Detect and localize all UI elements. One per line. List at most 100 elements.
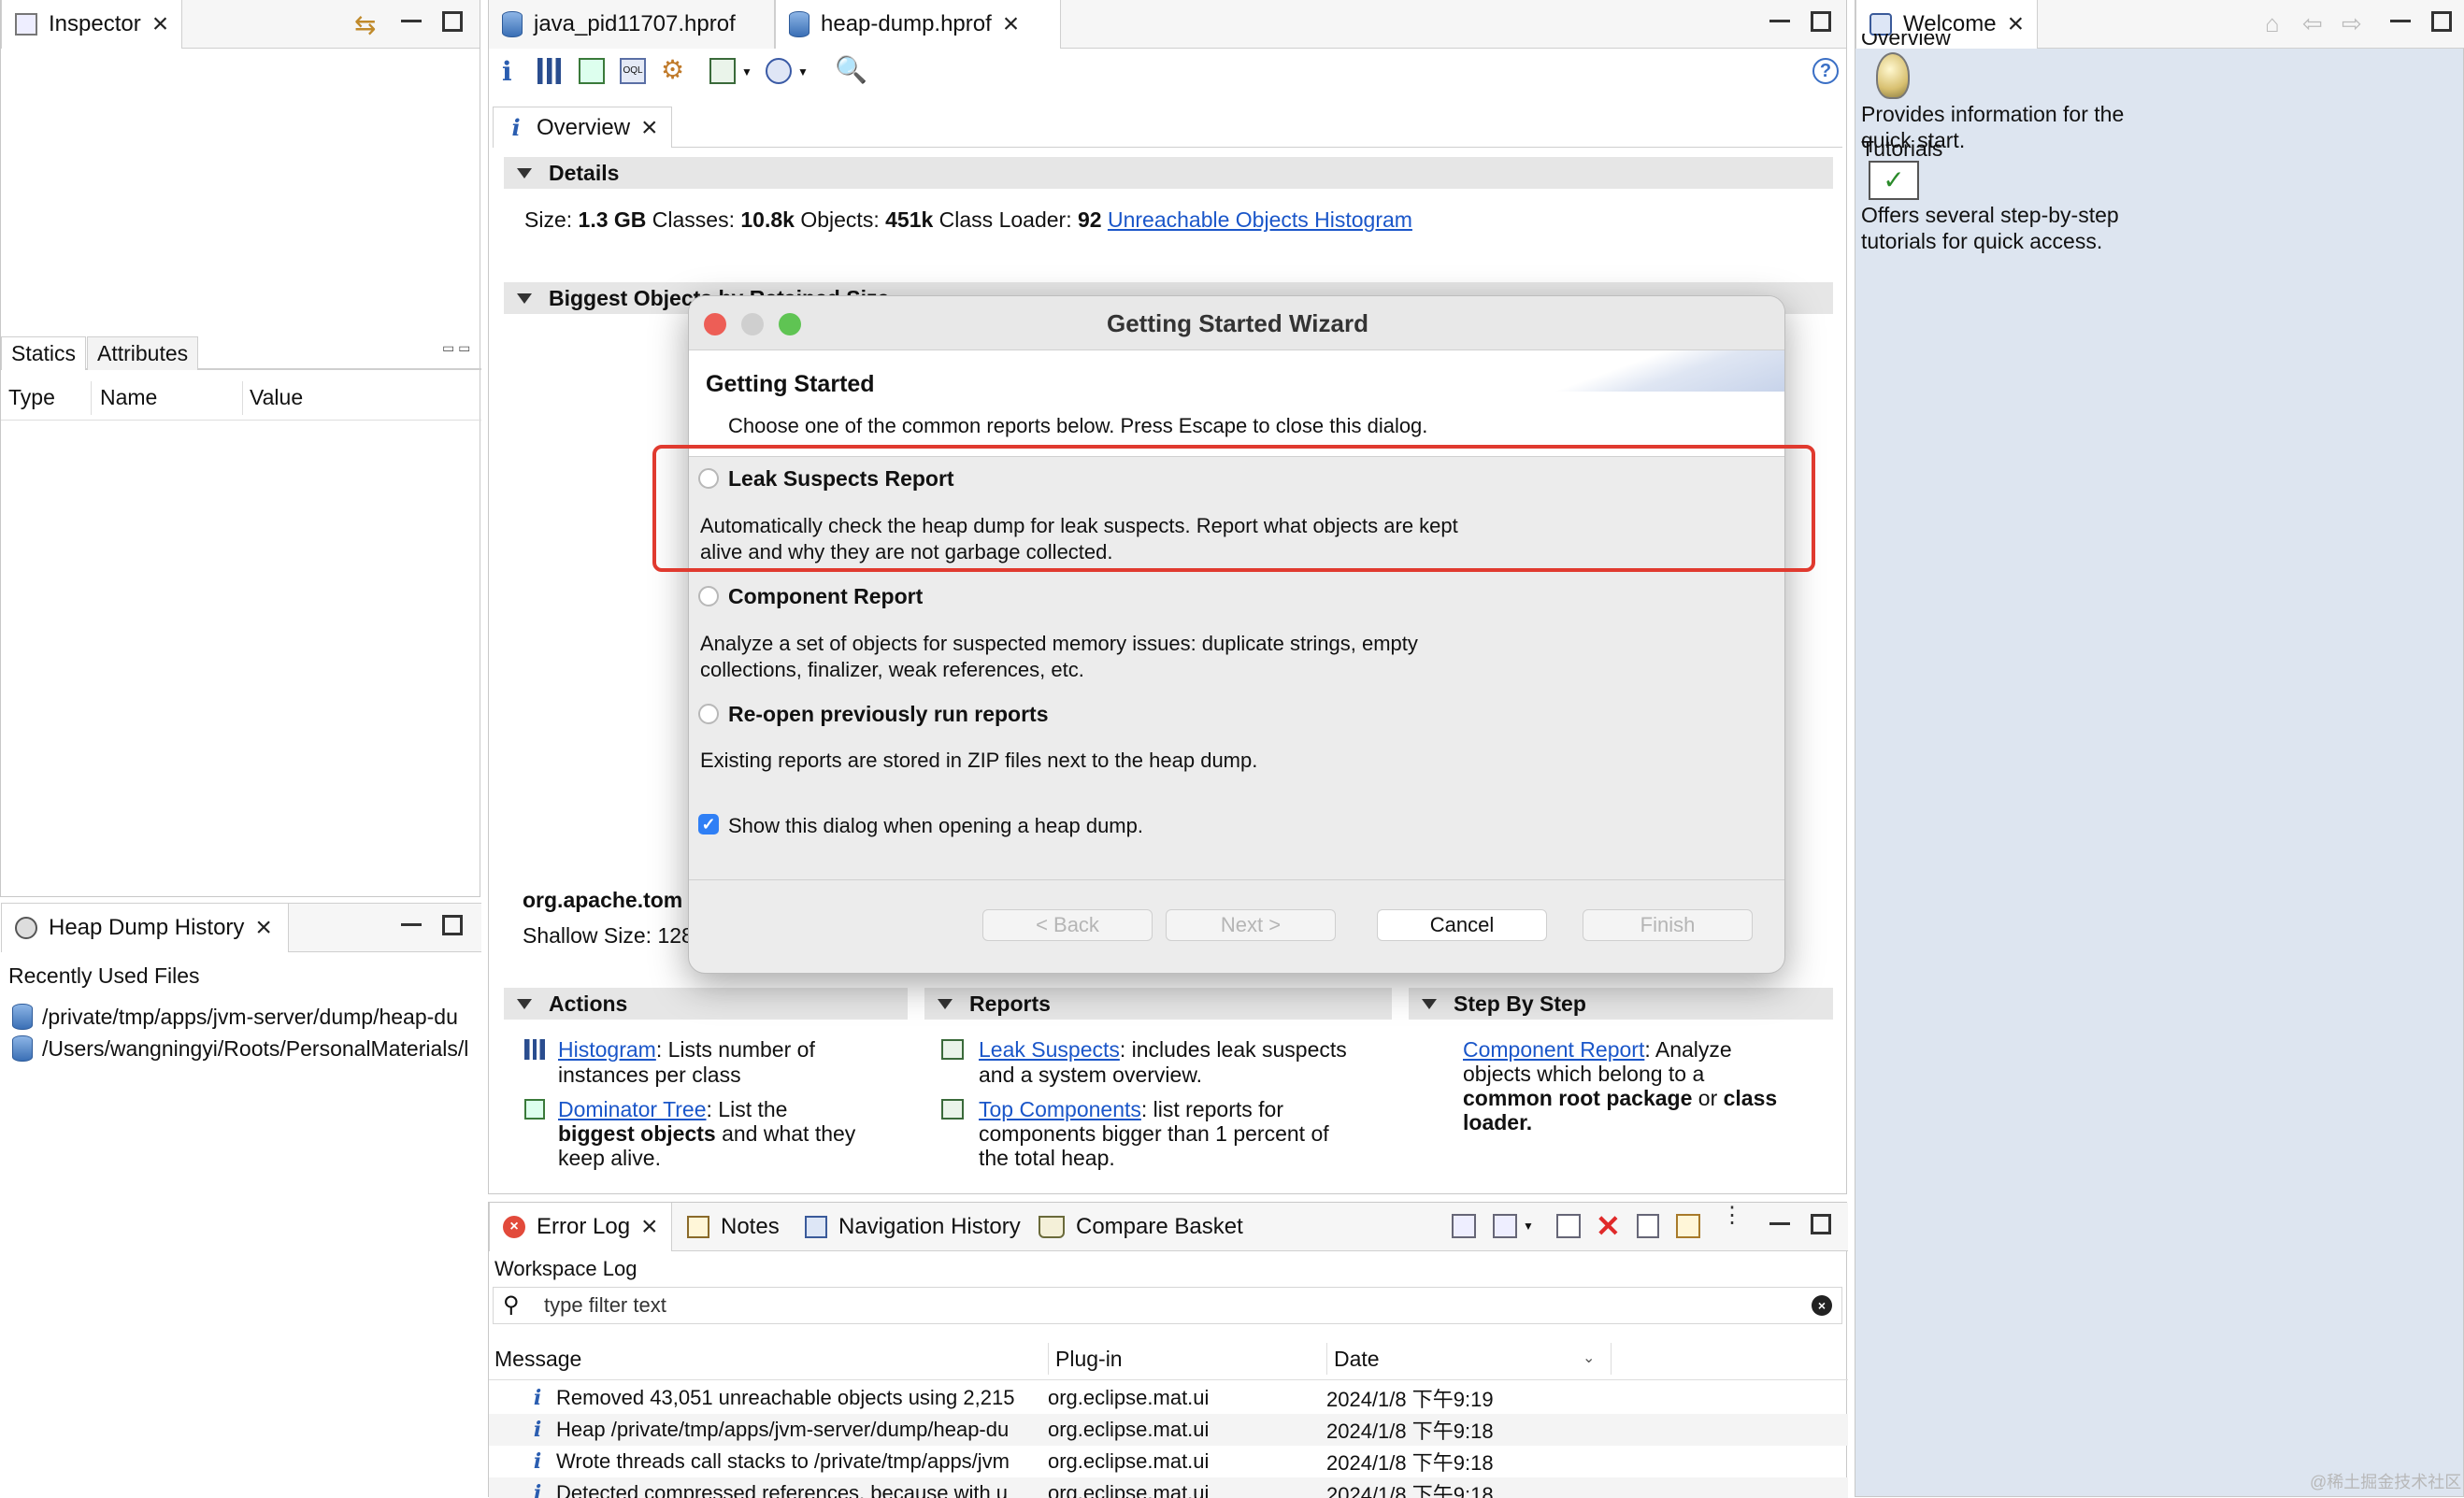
objects-label: Objects: [800, 207, 880, 232]
tab-navigation-history[interactable]: Navigation History [792, 1203, 1034, 1251]
reopen-reports-radio[interactable] [698, 704, 719, 724]
more-options-icon[interactable]: ⋮ [1721, 1205, 1743, 1227]
maximize-icon[interactable] [442, 11, 463, 32]
gear-icon[interactable]: ⚙ [661, 54, 687, 84]
show-dialog-label[interactable]: Show this dialog when opening a heap dum… [728, 814, 1143, 838]
component-report-label[interactable]: Component Report [728, 584, 923, 609]
unreachable-histogram-link[interactable]: Unreachable Objects Histogram [1108, 207, 1412, 232]
clear-log-icon[interactable] [1556, 1214, 1581, 1238]
actions-section-header[interactable]: Actions [504, 988, 908, 1020]
next-button[interactable]: Next > [1166, 909, 1336, 941]
chevron-down-icon[interactable]: ▼ [741, 65, 752, 78]
history-file-item[interactable]: /private/tmp/apps/jvm-server/dump/heap-d… [12, 1003, 480, 1031]
clear-filter-icon[interactable]: × [1812, 1295, 1832, 1316]
chevron-down-icon[interactable]: ▼ [797, 65, 809, 78]
tab-error-log[interactable]: × Error Log × [489, 1203, 672, 1251]
report-icon [941, 1099, 964, 1120]
close-icon[interactable]: × [255, 914, 272, 942]
leak-suspects-link[interactable]: Leak Suspects [979, 1037, 1120, 1062]
chevron-down-icon [1422, 998, 1437, 1009]
import-log-icon[interactable] [1493, 1214, 1517, 1238]
tab-notes[interactable]: Notes [674, 1203, 793, 1251]
minimize-icon[interactable] [2390, 11, 2411, 22]
sync-icon[interactable]: ⇆ [354, 9, 376, 40]
column-value[interactable]: Value [250, 385, 303, 410]
reopen-reports-label[interactable]: Re-open previously run reports [728, 702, 1049, 727]
details-section-header[interactable]: Details [504, 157, 1833, 189]
maximize-icon[interactable] [442, 915, 463, 935]
info-icon[interactable]: i [502, 56, 528, 87]
history-file-item[interactable]: /Users/wangningyi/Roots/PersonalMaterial… [12, 1034, 480, 1063]
component-report-link[interactable]: Component Report [1463, 1037, 1644, 1062]
maximize-icon[interactable] [1811, 1214, 1831, 1234]
column-name[interactable]: Name [100, 385, 157, 410]
oql-icon[interactable]: OQL [620, 58, 646, 84]
history-file-path: /Users/wangningyi/Roots/PersonalMaterial… [42, 1035, 469, 1061]
cancel-button[interactable]: Cancel [1377, 909, 1547, 941]
tutorials-chart-icon[interactable]: ✓ [1869, 161, 1919, 200]
maximize-icon[interactable] [1811, 11, 1831, 32]
tab-heap-dump-history[interactable]: Heap Dump History × [1, 904, 289, 952]
show-dialog-checkbox[interactable]: ✓ [698, 814, 719, 835]
column-date[interactable]: Date [1334, 1347, 1380, 1372]
restore-log-icon[interactable] [1676, 1214, 1700, 1238]
minimize-icon[interactable] [401, 11, 422, 22]
back-arrow-icon[interactable]: ⇦ [2302, 9, 2323, 38]
forward-arrow-icon[interactable]: ⇨ [2342, 9, 2362, 38]
overview-globe-icon[interactable] [1876, 52, 1910, 99]
report-icon[interactable] [709, 58, 736, 84]
export-log-icon[interactable] [1452, 1214, 1476, 1238]
histogram-link[interactable]: Histogram [558, 1037, 656, 1062]
biggest-class-name[interactable]: org.apache.tom [523, 888, 682, 913]
minimize-icon[interactable] [401, 915, 422, 926]
column-message[interactable]: Message [494, 1347, 581, 1372]
top-components-desc: : list reports for [1140, 1097, 1283, 1121]
tab-inspector[interactable]: Inspector × [1, 0, 183, 49]
chevron-down-icon[interactable]: ⌄ [1583, 1348, 1595, 1367]
column-type[interactable]: Type [8, 385, 55, 410]
table-row[interactable]: i Wrote threads call stacks to /private/… [489, 1446, 1848, 1477]
help-icon[interactable]: ? [1812, 58, 1839, 84]
tab-attributes[interactable]: Attributes [87, 336, 199, 370]
maximize-icon[interactable] [2431, 11, 2452, 32]
home-icon[interactable]: ⌂ [2265, 9, 2280, 38]
component-report-radio[interactable] [698, 586, 719, 606]
column-plugin[interactable]: Plug-in [1055, 1347, 1123, 1372]
tab-overview[interactable]: i Overview × [493, 107, 672, 148]
close-icon[interactable]: × [1003, 10, 1020, 38]
open-log-icon[interactable] [1637, 1214, 1659, 1238]
close-icon[interactable]: × [152, 10, 169, 38]
close-icon[interactable]: × [2008, 10, 2025, 38]
tab-heap-dump[interactable]: heap-dump.hprof × [775, 0, 1061, 49]
dominator-tree-icon[interactable] [579, 58, 605, 84]
finish-button[interactable]: Finish [1583, 909, 1753, 941]
dominator-tree-link[interactable]: Dominator Tree [558, 1097, 707, 1121]
welcome-overview-title[interactable]: Overview [1861, 34, 1951, 50]
action-histogram: Histogram: Lists number of instances per … [524, 1037, 898, 1088]
step-section-header[interactable]: Step By Step [1409, 988, 1833, 1020]
close-icon[interactable]: × [641, 1213, 658, 1241]
tab-statics[interactable]: Statics [1, 336, 87, 370]
minimize-icon[interactable] [1769, 11, 1790, 22]
search-icon[interactable]: 🔍 [835, 54, 867, 84]
close-icon[interactable]: × [641, 113, 658, 142]
welcome-tutorials-title[interactable]: Tutorials [1861, 136, 1942, 162]
query-icon[interactable] [766, 58, 792, 84]
filter-field[interactable]: ⚲ type filter text × [493, 1287, 1842, 1324]
filter-input[interactable]: type filter text [544, 1293, 666, 1318]
table-row[interactable]: i Removed 43,051 unreachable objects usi… [489, 1382, 1848, 1414]
delete-log-icon[interactable]: ✕ [1596, 1208, 1621, 1244]
tab-compare-basket[interactable]: Compare Basket [1025, 1203, 1256, 1251]
back-button[interactable]: < Back [982, 909, 1153, 941]
tab-history-label: Heap Dump History [49, 915, 245, 940]
minimize-small-icon[interactable]: ▭ ▭ [442, 340, 470, 356]
histogram-icon[interactable] [537, 58, 564, 84]
table-row[interactable]: i Detected compressed references, becaus… [489, 1477, 1848, 1498]
chevron-down-icon[interactable]: ▼ [1523, 1220, 1534, 1233]
tab-java-pid[interactable]: java_pid11707.hprof [489, 0, 775, 49]
minimize-icon[interactable] [1769, 1214, 1790, 1225]
top-components-link[interactable]: Top Components [979, 1097, 1141, 1121]
table-row[interactable]: i Heap /private/tmp/apps/jvm-server/dump… [489, 1414, 1848, 1446]
step-desc: : Analyze [1644, 1037, 1732, 1062]
reports-section-header[interactable]: Reports [924, 988, 1392, 1020]
